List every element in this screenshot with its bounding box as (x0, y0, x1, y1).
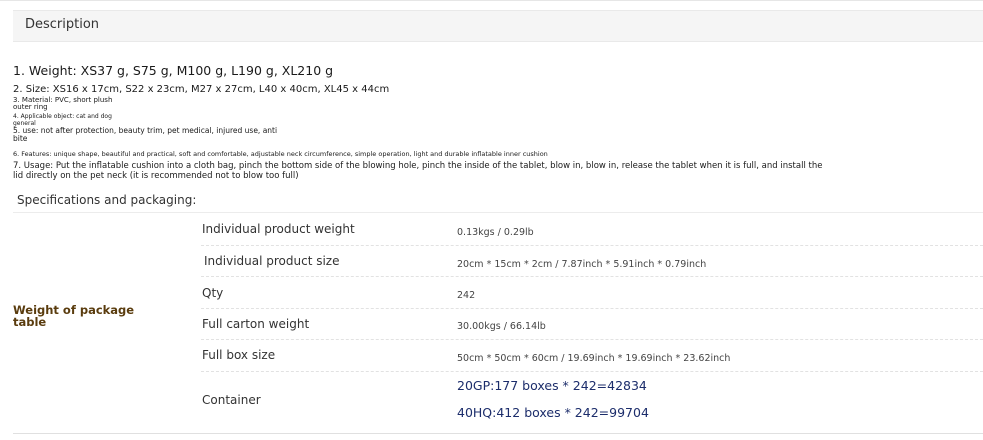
row-label-size: Individual product size (204, 254, 340, 268)
container-value-20gp: 20GP:177 boxes * 242=42834 (457, 378, 647, 393)
usage-line: 7. Usage: Put the inflatable cushion int… (13, 161, 823, 171)
row-label-box-size: Full box size (202, 348, 276, 362)
package-table-side-label: Weight of package table (13, 303, 135, 329)
use-line: 5. use: not after protection, beauty tri… (13, 126, 278, 135)
table-bottom-border (13, 433, 983, 434)
applicable-line: 4. Applicable object: cat and dog (13, 113, 112, 120)
description-tab[interactable]: Description (13, 10, 983, 42)
row-divider (201, 308, 983, 309)
row-value-box-size: 50cm * 50cm * 60cm / 19.69inch * 19.69in… (457, 353, 731, 364)
specifications-title: Specifications and packaging: (17, 193, 197, 207)
material-line-cont: outer ring (13, 103, 48, 111)
container-value-40hq: 40HQ:412 boxes * 242=99704 (457, 405, 649, 420)
row-divider (201, 339, 983, 340)
row-divider (201, 245, 983, 246)
weight-line: 1. Weight: XS37 g, S75 g, M100 g, L190 g… (13, 63, 334, 78)
description-tab-label: Description (25, 17, 100, 32)
row-label-qty: Qty (202, 286, 224, 300)
row-divider (201, 276, 983, 277)
row-value-size: 20cm * 15cm * 2cm / 7.87inch * 5.91inch … (457, 259, 707, 270)
top-divider (0, 0, 983, 1)
use-line-cont: bite (13, 134, 28, 143)
row-value-carton-weight: 30.00kgs / 66.14lb (457, 321, 546, 332)
features-line: 6. Features: unique shape, beautiful and… (13, 150, 548, 158)
row-divider (201, 371, 983, 372)
row-label-carton-weight: Full carton weight (202, 317, 310, 331)
table-top-border (13, 212, 983, 213)
row-label-container: Container (202, 393, 261, 407)
size-line: 2. Size: XS16 x 17cm, S22 x 23cm, M27 x … (13, 84, 390, 95)
row-value-weight: 0.13kgs / 0.29lb (457, 227, 534, 238)
row-value-qty: 242 (457, 290, 476, 301)
usage-line-cont: lid directly on the pet neck (it is reco… (13, 171, 299, 181)
row-label-weight: Individual product weight (202, 222, 355, 236)
